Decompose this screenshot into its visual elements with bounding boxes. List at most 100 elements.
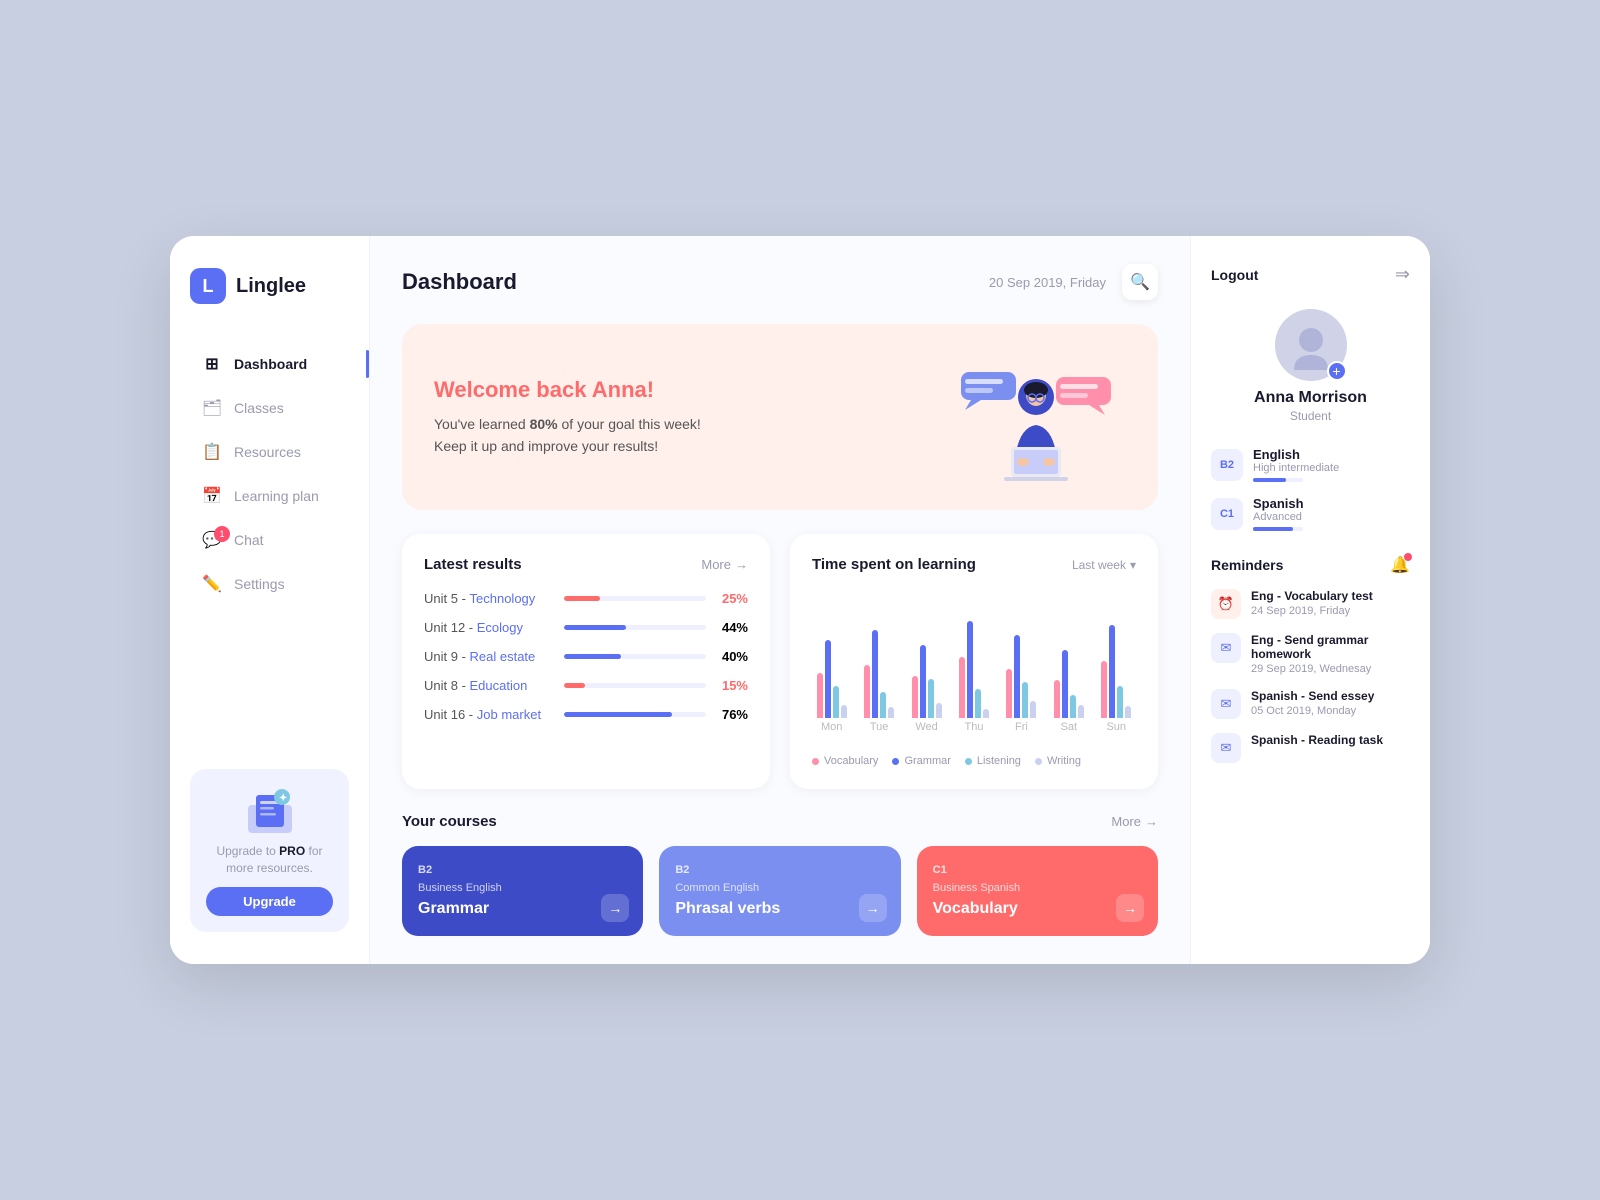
classes-icon: 🗂 xyxy=(202,398,222,418)
results-more-link[interactable]: More → xyxy=(701,557,748,572)
legend-label: Listening xyxy=(977,755,1021,767)
sidebar-item-resources[interactable]: 📋 Resources xyxy=(190,432,349,472)
welcome-greeting: Welcome back Anna! xyxy=(434,377,701,403)
reminder-title: Eng - Send grammar homework xyxy=(1251,633,1410,661)
chart-day: Mon xyxy=(812,640,851,737)
logo-text: Linglee xyxy=(236,275,306,298)
sidebar-item-settings[interactable]: ✏️ Settings xyxy=(190,564,349,604)
legend-label: Writing xyxy=(1047,755,1081,767)
reminder-title: Eng - Vocabulary test xyxy=(1251,589,1373,603)
chart-area: Mon Tue Wed Thu Fri Sat Sun xyxy=(812,591,1136,741)
welcome-illustration xyxy=(946,352,1126,482)
avatar-add-button[interactable]: + xyxy=(1327,361,1347,381)
welcome-text: Welcome back Anna! You've learned 80% of… xyxy=(434,377,701,458)
legend-label: Vocabulary xyxy=(824,755,878,767)
chart-legend: Vocabulary Grammar Listening Writing xyxy=(812,755,1136,767)
bar-segment xyxy=(872,630,878,718)
language-list: B2 English High intermediate C1 Spanish … xyxy=(1211,447,1410,545)
result-progress-bar xyxy=(564,683,706,688)
bar-segment xyxy=(1070,695,1076,718)
sidebar-label-chat: Chat xyxy=(234,532,264,548)
welcome-card: Welcome back Anna! You've learned 80% of… xyxy=(402,324,1158,510)
result-label: Unit 12 - Ecology xyxy=(424,620,554,635)
bar-segment xyxy=(1117,686,1123,719)
reminder-icon: ⏰ xyxy=(1211,589,1241,619)
bar-segment xyxy=(1078,705,1084,718)
bar-segment xyxy=(864,665,870,718)
chart-filter[interactable]: Last week ▾ xyxy=(1072,558,1136,572)
search-button[interactable]: 🔍 xyxy=(1122,264,1158,300)
reminder-icon: ✉ xyxy=(1211,689,1241,719)
sidebar-item-classes[interactable]: 🗂 Classes xyxy=(190,388,349,428)
reminder-title: Spanish - Send essey xyxy=(1251,689,1374,703)
chart-day: Sat xyxy=(1049,650,1088,737)
chart-day: Fri xyxy=(1002,635,1041,737)
svg-text:✦: ✦ xyxy=(279,793,287,804)
bar-segment xyxy=(959,657,965,718)
main-header: Dashboard 20 Sep 2019, Friday 🔍 xyxy=(402,264,1158,300)
chart-day: Wed xyxy=(907,645,946,737)
result-percent: 15% xyxy=(716,678,748,693)
panel-top: Logout ⇒ xyxy=(1211,264,1410,285)
reminder-date: 05 Oct 2019, Monday xyxy=(1251,705,1374,717)
course-card[interactable]: B2 Common English Phrasal verbs → xyxy=(659,846,900,936)
notification-button[interactable]: 🔔 xyxy=(1390,555,1410,575)
courses-section: Your courses More → B2 Business English … xyxy=(402,813,1158,936)
courses-more-link[interactable]: More → xyxy=(1111,814,1158,829)
reminder-item: ⏰ Eng - Vocabulary test 24 Sep 2019, Fri… xyxy=(1211,589,1410,619)
reminders-header: Reminders 🔔 xyxy=(1211,555,1410,575)
sidebar-item-learning-plan[interactable]: 📅 Learning plan xyxy=(190,476,349,516)
date-label: 20 Sep 2019, Friday xyxy=(989,275,1106,290)
course-sub: Business English xyxy=(418,882,627,894)
sidebar-item-chat[interactable]: 💬 Chat 1 xyxy=(190,520,349,560)
bar-segment xyxy=(1109,625,1115,718)
result-label: Unit 9 - Real estate xyxy=(424,649,554,664)
result-item: Unit 5 - Technology 25% xyxy=(424,591,748,606)
logout-label[interactable]: Logout xyxy=(1211,267,1258,283)
bar-segment xyxy=(967,621,973,719)
level-badge: B2 xyxy=(1211,449,1243,481)
upgrade-button[interactable]: Upgrade xyxy=(206,887,333,916)
courses-grid: B2 Business English Grammar → B2 Common … xyxy=(402,846,1158,936)
reminder-text: Spanish - Send essey 05 Oct 2019, Monday xyxy=(1251,689,1374,717)
legend-dot xyxy=(965,758,972,765)
legend-item: Writing xyxy=(1035,755,1081,767)
bar-segment xyxy=(1054,680,1060,718)
reminders-title: Reminders xyxy=(1211,557,1283,573)
course-card[interactable]: C1 Business Spanish Vocabulary → xyxy=(917,846,1158,936)
bar-segment xyxy=(825,640,831,718)
chart-day: Tue xyxy=(859,630,898,737)
bar-segment xyxy=(888,707,894,718)
course-sub: Common English xyxy=(675,882,884,894)
sidebar-label-dashboard: Dashboard xyxy=(234,356,307,372)
course-level: B2 xyxy=(418,864,627,876)
result-item: Unit 12 - Ecology 44% xyxy=(424,620,748,635)
day-label: Thu xyxy=(964,721,983,733)
bar-segment xyxy=(936,703,942,718)
course-arrow-icon: → xyxy=(601,894,629,922)
day-label: Mon xyxy=(821,721,842,733)
legend-item: Grammar xyxy=(892,755,950,767)
reminders-list: ⏰ Eng - Vocabulary test 24 Sep 2019, Fri… xyxy=(1211,589,1410,777)
results-list: Unit 5 - Technology 25% Unit 12 - Ecolog… xyxy=(424,591,748,722)
page-title: Dashboard xyxy=(402,269,517,295)
upgrade-description: Upgrade to PRO for more resources. xyxy=(206,843,333,877)
chart-card-header: Time spent on learning Last week ▾ xyxy=(812,556,1136,573)
chart-day: Thu xyxy=(954,621,993,738)
results-card: Latest results More → Unit 5 - Technolog… xyxy=(402,534,770,789)
course-name: Grammar xyxy=(418,900,627,918)
sidebar-label-classes: Classes xyxy=(234,400,284,416)
bar-group xyxy=(1054,650,1084,718)
course-card[interactable]: B2 Business English Grammar → xyxy=(402,846,643,936)
bar-group xyxy=(1101,625,1131,718)
bar-segment xyxy=(1006,669,1012,718)
logout-icon[interactable]: ⇒ xyxy=(1395,264,1410,285)
day-label: Sun xyxy=(1106,721,1126,733)
sidebar-item-dashboard[interactable]: ⊞ Dashboard xyxy=(190,344,349,384)
chart-title: Time spent on learning xyxy=(812,556,976,573)
result-item: Unit 16 - Job market 76% xyxy=(424,707,748,722)
lang-info: English High intermediate xyxy=(1253,447,1410,482)
course-name: Phrasal verbs xyxy=(675,900,884,918)
result-item: Unit 8 - Education 15% xyxy=(424,678,748,693)
result-label: Unit 8 - Education xyxy=(424,678,554,693)
